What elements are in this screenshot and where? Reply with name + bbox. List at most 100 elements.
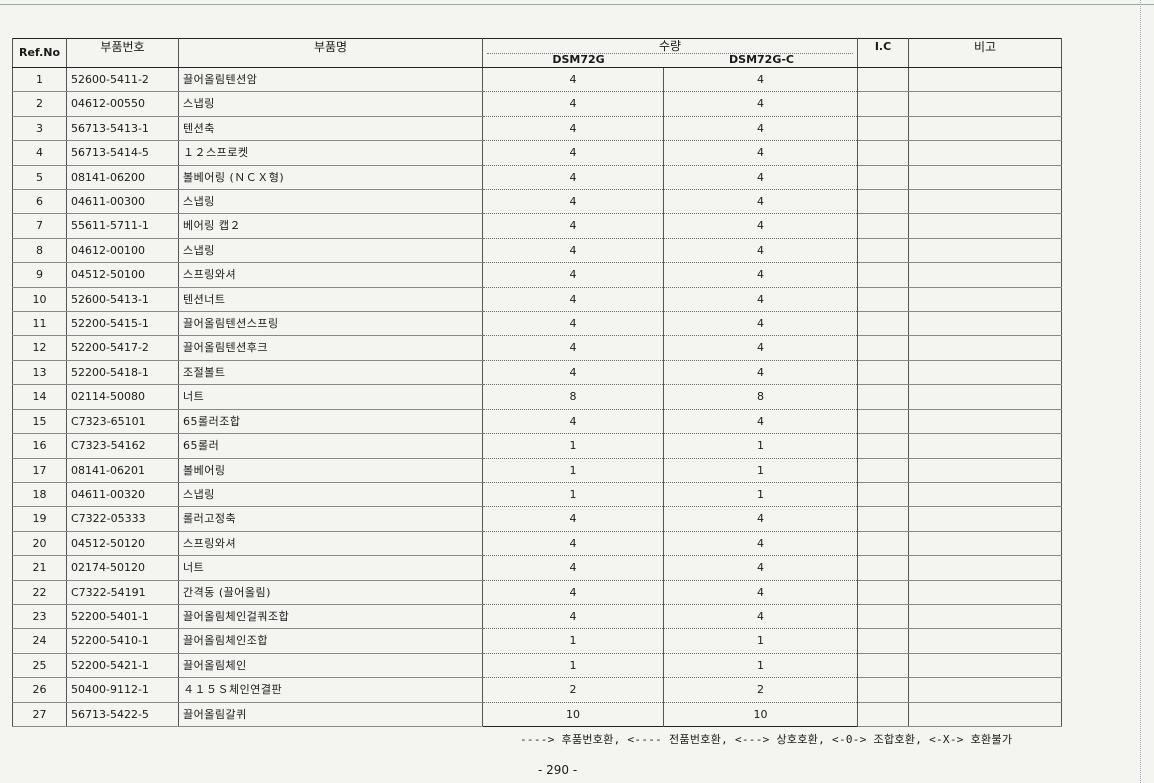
ref-no-cell: 16 bbox=[12, 433, 67, 459]
ic-cell bbox=[857, 604, 910, 630]
part-name-cell: 65롤러조합 bbox=[178, 409, 483, 435]
qty-dsm72g-cell: 4 bbox=[482, 165, 664, 191]
ic-cell bbox=[857, 531, 910, 557]
qty-dsm72g-c-cell: 4 bbox=[662, 213, 859, 239]
ref-no-cell: 19 bbox=[12, 506, 67, 532]
header-quantity: 수량 DSM72G DSM72G-C bbox=[481, 38, 859, 68]
table-row: 27 56713-5422-5 끌어올림갈퀴 10 10 bbox=[12, 702, 1063, 727]
part-number-cell: 04612-00550 bbox=[66, 91, 179, 117]
qty-dsm72g-c-cell: 4 bbox=[662, 165, 859, 191]
table-row: 5 08141-06200 볼베어링 (ＮＣＸ형) 4 4 bbox=[12, 165, 1063, 191]
qty-dsm72g-cell: 2 bbox=[482, 677, 664, 703]
remarks-cell bbox=[908, 482, 1063, 508]
qty-dsm72g-cell: 1 bbox=[482, 653, 664, 679]
qty-dsm72g-cell: 4 bbox=[482, 531, 664, 557]
part-name-cell: 볼베어링 bbox=[178, 458, 483, 483]
qty-dsm72g-cell: 4 bbox=[482, 409, 664, 435]
part-number-cell: 04512-50120 bbox=[66, 531, 179, 557]
part-number-cell: C7323-65101 bbox=[66, 409, 179, 435]
ref-no-cell: 21 bbox=[12, 555, 67, 581]
qty-dsm72g-c-cell: 4 bbox=[662, 262, 859, 288]
remarks-cell bbox=[908, 531, 1063, 557]
table-row: 9 04512-50100 스프링와셔 4 4 bbox=[12, 262, 1063, 288]
remarks-cell bbox=[908, 384, 1063, 410]
qty-dsm72g-cell: 8 bbox=[482, 384, 664, 410]
part-number-cell: 52600-5411-2 bbox=[66, 67, 179, 93]
qty-dsm72g-c-cell: 4 bbox=[662, 604, 859, 630]
qty-dsm72g-cell: 4 bbox=[482, 67, 664, 93]
table-row: 7 55611-5711-1 베어링 캡２ 4 4 bbox=[12, 213, 1063, 239]
part-number-cell: 52200-5418-1 bbox=[66, 360, 179, 386]
remarks-cell bbox=[908, 335, 1063, 361]
ic-cell bbox=[857, 238, 910, 264]
qty-dsm72g-c-cell: 4 bbox=[662, 360, 859, 386]
ic-cell bbox=[857, 555, 910, 581]
table-row: 13 52200-5418-1 조절볼트 4 4 bbox=[12, 360, 1063, 386]
ref-no-cell: 7 bbox=[12, 213, 67, 239]
part-name-cell: 끌어올림텐션암 bbox=[178, 67, 483, 93]
part-name-cell: 65롤러 bbox=[178, 433, 483, 459]
remarks-cell bbox=[908, 91, 1063, 117]
part-number-cell: 08141-06200 bbox=[66, 165, 179, 191]
part-number-cell: 52600-5413-1 bbox=[66, 287, 179, 313]
ic-cell bbox=[857, 140, 910, 166]
part-name-cell: 끌어올림체인조합 bbox=[178, 628, 483, 654]
remarks-cell bbox=[908, 555, 1063, 581]
header-model-dsm72g: DSM72G bbox=[552, 53, 605, 66]
remarks-cell bbox=[908, 506, 1063, 532]
qty-dsm72g-cell: 1 bbox=[482, 458, 664, 483]
remarks-cell bbox=[908, 165, 1063, 191]
qty-dsm72g-cell: 1 bbox=[482, 482, 664, 508]
part-name-cell: 끌어올림텐션스프링 bbox=[178, 311, 483, 337]
table-row: 4 56713-5414-5 １２스프로켓 4 4 bbox=[12, 140, 1063, 166]
part-name-cell: 스냅링 bbox=[178, 189, 483, 215]
part-name-cell: 조절볼트 bbox=[178, 360, 483, 386]
ic-cell bbox=[857, 360, 910, 386]
ref-no-cell: 10 bbox=[12, 287, 67, 313]
qty-dsm72g-cell: 4 bbox=[482, 189, 664, 215]
ic-cell bbox=[857, 702, 910, 727]
remarks-cell bbox=[908, 140, 1063, 166]
part-name-cell: 너트 bbox=[178, 555, 483, 581]
qty-dsm72g-cell: 1 bbox=[482, 433, 664, 459]
qty-dsm72g-c-cell: 1 bbox=[662, 628, 859, 654]
ref-no-cell: 25 bbox=[12, 653, 67, 679]
qty-dsm72g-c-cell: 10 bbox=[662, 702, 859, 727]
part-name-cell: 끌어올림텐션후크 bbox=[178, 335, 483, 361]
remarks-cell bbox=[908, 67, 1063, 93]
part-number-cell: 04512-50100 bbox=[66, 262, 179, 288]
part-number-cell: 50400-9112-1 bbox=[66, 677, 179, 703]
table-row: 6 04611-00300 스냅링 4 4 bbox=[12, 189, 1063, 215]
part-name-cell: ４１５Ｓ체인연결판 bbox=[178, 677, 483, 703]
ref-no-cell: 12 bbox=[12, 335, 67, 361]
table-row: 16 C7323-54162 65롤러 1 1 bbox=[12, 433, 1063, 459]
qty-dsm72g-c-cell: 4 bbox=[662, 116, 859, 142]
ic-cell bbox=[857, 482, 910, 508]
qty-dsm72g-c-cell: 4 bbox=[662, 189, 859, 215]
ref-no-cell: 14 bbox=[12, 384, 67, 410]
remarks-cell bbox=[908, 604, 1063, 630]
header-model-dsm72g-c: DSM72G-C bbox=[729, 53, 795, 66]
qty-dsm72g-cell: 4 bbox=[482, 580, 664, 605]
remarks-cell bbox=[908, 458, 1063, 483]
table-row: 24 52200-5410-1 끌어올림체인조합 1 1 bbox=[12, 628, 1063, 654]
qty-dsm72g-c-cell: 1 bbox=[662, 653, 859, 679]
qty-dsm72g-c-cell: 2 bbox=[662, 677, 859, 703]
part-name-cell: 스냅링 bbox=[178, 91, 483, 117]
part-name-cell: 스프링와셔 bbox=[178, 262, 483, 288]
part-number-cell: 52200-5410-1 bbox=[66, 628, 179, 654]
remarks-cell bbox=[908, 238, 1063, 264]
table-row: 21 02174-50120 너트 4 4 bbox=[12, 555, 1063, 581]
header-remarks: 비고 bbox=[908, 38, 1063, 68]
part-name-cell: 끌어올림체인걸쿼조합 bbox=[178, 604, 483, 630]
ref-no-cell: 26 bbox=[12, 677, 67, 703]
qty-dsm72g-c-cell: 1 bbox=[662, 482, 859, 508]
part-number-cell: 04611-00320 bbox=[66, 482, 179, 508]
ref-no-cell: 2 bbox=[12, 91, 67, 117]
table-row: 23 52200-5401-1 끌어올림체인걸쿼조합 4 4 bbox=[12, 604, 1063, 630]
remarks-cell bbox=[908, 409, 1063, 435]
qty-dsm72g-cell: 10 bbox=[482, 702, 664, 727]
part-number-cell: 52200-5401-1 bbox=[66, 604, 179, 630]
part-number-cell: C7322-54191 bbox=[66, 580, 179, 605]
part-name-cell: 끌어올림체인 bbox=[178, 653, 483, 679]
